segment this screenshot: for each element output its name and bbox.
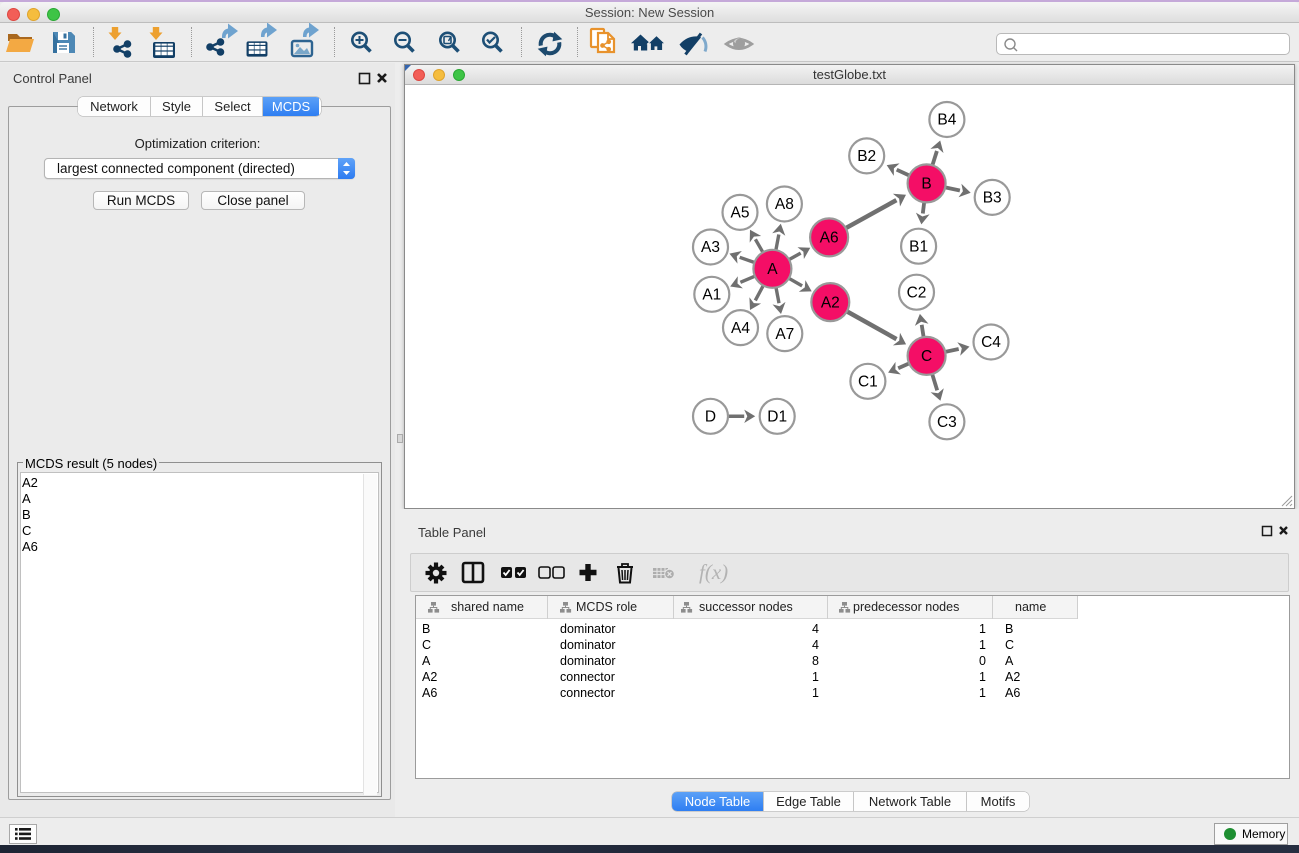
svg-text:B1: B1 xyxy=(909,238,928,255)
svg-text:f(x): f(x) xyxy=(699,560,728,584)
svg-text:D: D xyxy=(705,409,716,426)
svg-text:A2: A2 xyxy=(821,294,840,311)
svg-text:C1: C1 xyxy=(858,374,878,391)
svg-text:B4: B4 xyxy=(937,112,956,129)
svg-text:A3: A3 xyxy=(701,239,720,256)
svg-text:A1: A1 xyxy=(702,287,721,304)
svg-text:A8: A8 xyxy=(775,196,794,213)
svg-text:C: C xyxy=(921,348,932,365)
svg-text:B2: B2 xyxy=(857,148,876,165)
svg-text:A5: A5 xyxy=(731,205,750,222)
svg-text:B3: B3 xyxy=(983,190,1002,207)
svg-text:C2: C2 xyxy=(907,284,927,301)
svg-text:D1: D1 xyxy=(767,409,787,426)
svg-text:C3: C3 xyxy=(937,414,957,431)
svg-text:C4: C4 xyxy=(981,334,1001,351)
svg-text:B: B xyxy=(921,176,931,193)
svg-text:A4: A4 xyxy=(731,320,750,337)
svg-text:A6: A6 xyxy=(820,230,839,247)
svg-text:A: A xyxy=(767,261,778,278)
svg-text:A7: A7 xyxy=(775,326,794,343)
